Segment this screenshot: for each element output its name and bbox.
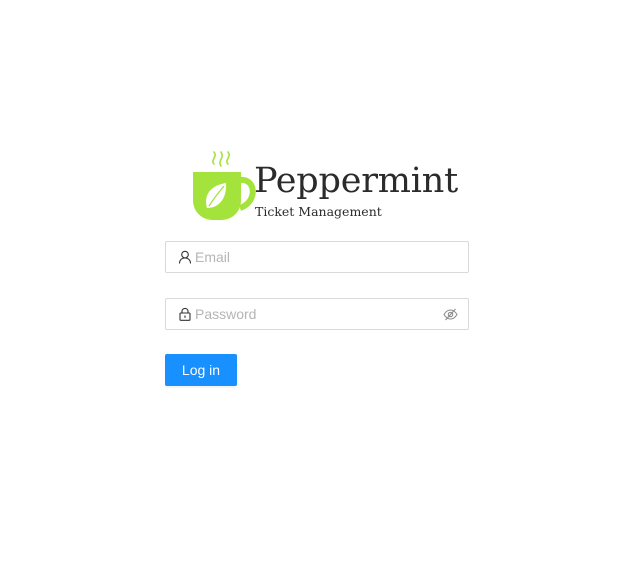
user-icon — [178, 250, 192, 264]
tea-cup-leaf-icon — [193, 151, 256, 220]
brand-logo: Peppermint Ticket Management — [190, 150, 460, 226]
brand-name: Peppermint — [254, 161, 458, 201]
login-button[interactable]: Log in — [165, 354, 237, 386]
email-field[interactable] — [165, 241, 469, 273]
password-field[interactable] — [165, 298, 469, 330]
password-input[interactable] — [195, 299, 435, 329]
email-input[interactable] — [195, 242, 461, 272]
eye-invisible-icon[interactable] — [443, 307, 458, 322]
login-page: Peppermint Ticket Management Log in — [0, 0, 640, 588]
lock-icon — [179, 307, 191, 321]
brand-tagline: Ticket Management — [255, 204, 382, 219]
